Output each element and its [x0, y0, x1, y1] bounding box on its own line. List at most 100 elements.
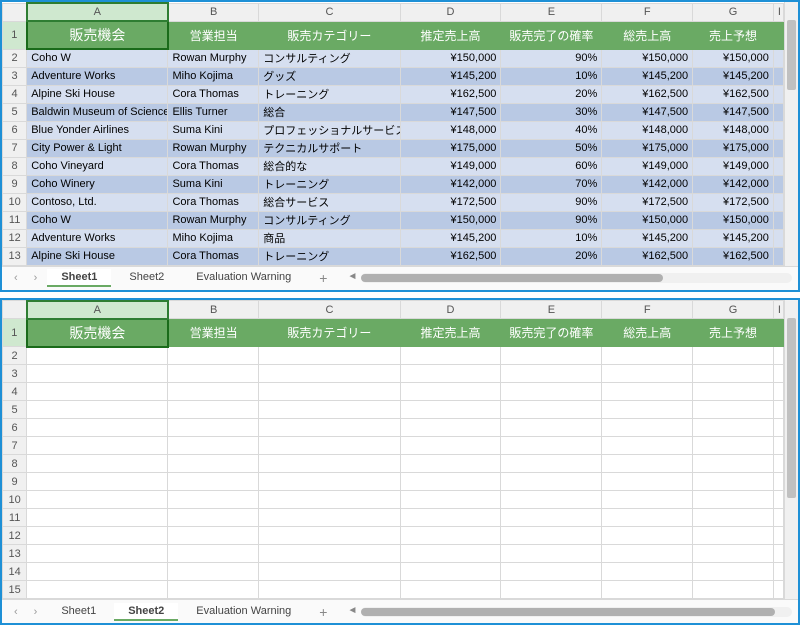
row-header[interactable]: 3: [3, 365, 27, 383]
cell[interactable]: [400, 545, 501, 563]
cell[interactable]: [27, 401, 168, 419]
cell[interactable]: [27, 473, 168, 491]
vertical-scrollbar-thumb[interactable]: [787, 318, 796, 498]
cell[interactable]: [693, 365, 774, 383]
vertical-scrollbar-thumb[interactable]: [787, 20, 796, 90]
cell[interactable]: Alpine Ski House: [27, 85, 168, 103]
header-cell-total[interactable]: 総売上高: [602, 319, 693, 347]
row-header[interactable]: 13: [3, 247, 27, 265]
cell[interactable]: ¥145,200: [693, 67, 774, 85]
cell[interactable]: [602, 437, 693, 455]
cell[interactable]: [773, 49, 783, 67]
tab-nav-next[interactable]: ›: [28, 272, 44, 284]
cell[interactable]: Adventure Works: [27, 67, 168, 85]
cell[interactable]: ¥149,000: [400, 157, 501, 175]
cell[interactable]: [168, 347, 259, 365]
cell[interactable]: Miho Kojima: [168, 229, 259, 247]
cell[interactable]: ¥172,500: [693, 193, 774, 211]
cell[interactable]: ¥175,000: [602, 139, 693, 157]
cell[interactable]: [602, 509, 693, 527]
cell[interactable]: 総合サービス: [259, 193, 400, 211]
cell[interactable]: [773, 509, 783, 527]
cell[interactable]: [27, 419, 168, 437]
tab-nav-prev[interactable]: ‹: [8, 606, 24, 618]
cell[interactable]: 30%: [501, 103, 602, 121]
cell[interactable]: コンサルティング: [259, 211, 400, 229]
row-header[interactable]: 5: [3, 401, 27, 419]
cell[interactable]: Baldwin Museum of Science: [27, 103, 168, 121]
header-cell-estimate[interactable]: 推定売上高: [400, 319, 501, 347]
row-header[interactable]: 2: [3, 49, 27, 67]
cell[interactable]: [602, 563, 693, 581]
cell[interactable]: [501, 437, 602, 455]
cell[interactable]: [168, 455, 259, 473]
cell[interactable]: [27, 455, 168, 473]
row-header[interactable]: 9: [3, 473, 27, 491]
cell[interactable]: [501, 491, 602, 509]
cell[interactable]: ¥145,200: [602, 67, 693, 85]
cell[interactable]: [773, 229, 783, 247]
cell[interactable]: Suma Kini: [168, 175, 259, 193]
row-header[interactable]: 1: [3, 319, 27, 347]
cell[interactable]: City Power & Light: [27, 139, 168, 157]
cell[interactable]: [27, 365, 168, 383]
horizontal-scrollbar-thumb[interactable]: [361, 608, 774, 616]
header-cell-category[interactable]: 販売カテゴリー: [259, 21, 400, 49]
cell[interactable]: Rowan Murphy: [168, 49, 259, 67]
col-header-G[interactable]: G: [693, 301, 774, 319]
cell[interactable]: [400, 509, 501, 527]
cell[interactable]: Contoso, Ltd.: [27, 193, 168, 211]
cell[interactable]: [773, 545, 783, 563]
cell[interactable]: [693, 401, 774, 419]
cell[interactable]: ¥147,500: [602, 103, 693, 121]
cell[interactable]: プロフェッショナルサービス: [259, 121, 400, 139]
cell[interactable]: ¥145,200: [400, 229, 501, 247]
col-header-D[interactable]: D: [400, 3, 501, 21]
col-header-A[interactable]: A: [27, 301, 168, 319]
cell[interactable]: [602, 455, 693, 473]
header-cell-rep[interactable]: 営業担当: [168, 319, 259, 347]
cell[interactable]: ¥148,000: [602, 121, 693, 139]
sheet-tab[interactable]: Sheet1: [47, 269, 111, 287]
sheet-tab[interactable]: Evaluation Warning: [182, 603, 305, 621]
cell[interactable]: [773, 527, 783, 545]
cell[interactable]: [27, 509, 168, 527]
row-header[interactable]: 11: [3, 211, 27, 229]
cell[interactable]: [773, 103, 783, 121]
header-cell-estimate[interactable]: 推定売上高: [400, 21, 501, 49]
cell[interactable]: [400, 401, 501, 419]
row-header[interactable]: 6: [3, 121, 27, 139]
cell[interactable]: Cora Thomas: [168, 247, 259, 265]
header-cell-rep[interactable]: 営業担当: [168, 21, 259, 49]
cell[interactable]: グッズ: [259, 67, 400, 85]
header-cell-blank[interactable]: [773, 319, 783, 347]
cell[interactable]: 60%: [501, 157, 602, 175]
row-header[interactable]: 12: [3, 229, 27, 247]
add-sheet-button[interactable]: +: [309, 604, 337, 620]
col-header-B[interactable]: B: [168, 301, 259, 319]
cell[interactable]: [693, 527, 774, 545]
cell[interactable]: [773, 211, 783, 229]
cell[interactable]: トレーニング: [259, 247, 400, 265]
cell[interactable]: [27, 491, 168, 509]
cell[interactable]: ¥149,000: [693, 157, 774, 175]
cell[interactable]: [501, 455, 602, 473]
cell[interactable]: [693, 437, 774, 455]
col-header-A[interactable]: A: [27, 3, 168, 21]
cell[interactable]: Ellis Turner: [168, 103, 259, 121]
cell[interactable]: [168, 545, 259, 563]
cell[interactable]: [773, 121, 783, 139]
cell[interactable]: ¥142,000: [693, 175, 774, 193]
cell[interactable]: ¥149,000: [602, 157, 693, 175]
header-cell-opportunity[interactable]: 販売機会: [27, 21, 168, 49]
cell[interactable]: [168, 401, 259, 419]
cell[interactable]: ¥162,500: [400, 247, 501, 265]
cell[interactable]: Cora Thomas: [168, 157, 259, 175]
cell[interactable]: [27, 383, 168, 401]
cell[interactable]: [501, 383, 602, 401]
cell[interactable]: [400, 437, 501, 455]
cell[interactable]: 90%: [501, 193, 602, 211]
cell[interactable]: [400, 383, 501, 401]
cell[interactable]: Coho Winery: [27, 175, 168, 193]
cell[interactable]: ¥142,000: [400, 175, 501, 193]
